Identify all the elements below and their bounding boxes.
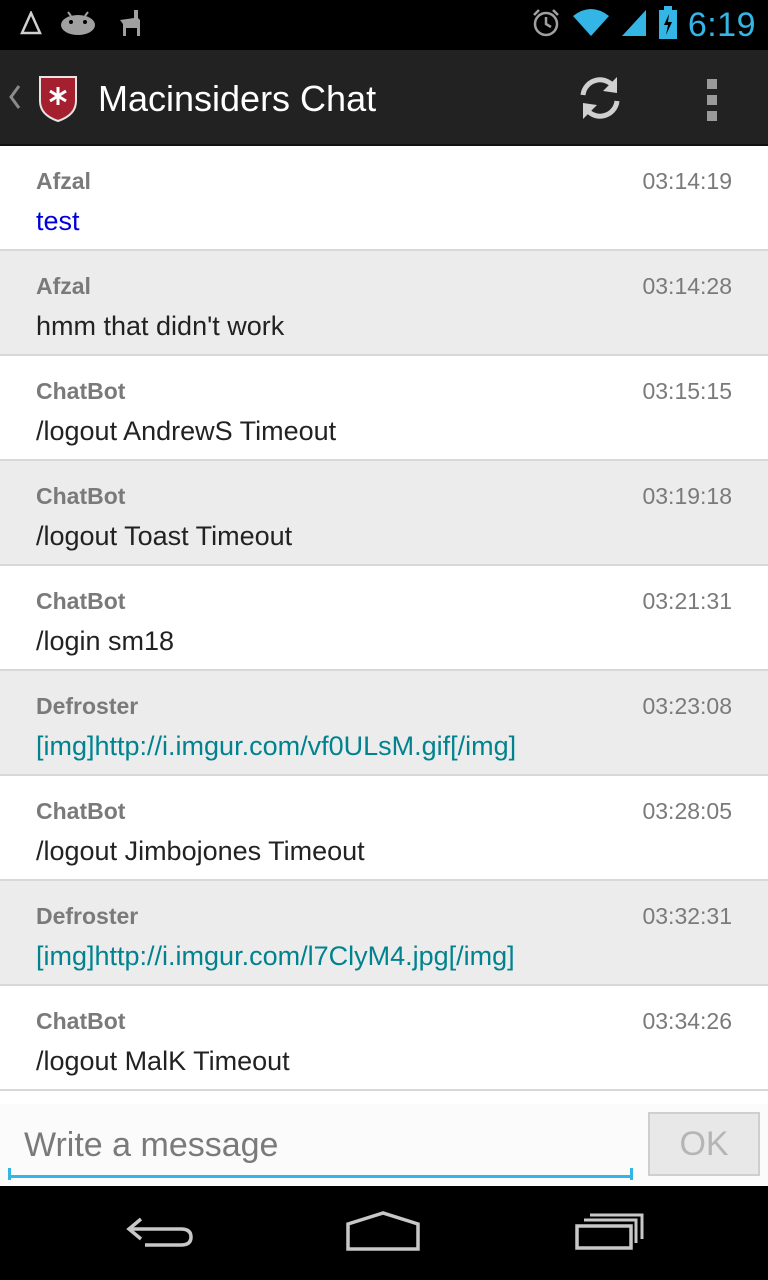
message-text: /logout AndrewS Timeout xyxy=(36,416,337,446)
refresh-icon xyxy=(575,73,625,128)
llama-icon xyxy=(114,8,144,43)
signal-icon xyxy=(620,8,648,43)
message-row[interactable]: Defroster 03:23:08 [img]http://i.imgur.com… xyxy=(0,671,768,776)
message-text: /logout MalK Timeout xyxy=(36,1046,290,1076)
status-bar: 6:19 xyxy=(0,0,768,50)
message-author: Afzal xyxy=(36,273,91,299)
action-bar: Macinsiders Chat xyxy=(0,50,768,146)
message-timestamp: 03:34:26 xyxy=(642,1008,732,1034)
system-icons: 6:19 xyxy=(530,5,756,45)
overflow-menu-icon[interactable] xyxy=(690,70,734,130)
message-link[interactable]: [img]http://i.imgur.com/l7ClyM4.jpg[/img… xyxy=(36,941,515,972)
android-icon xyxy=(60,10,96,41)
message-author: Afzal xyxy=(36,168,91,194)
compose-bar: OK xyxy=(0,1104,768,1186)
message-row[interactable]: Afzal 03:14:28 hmm that didn't work xyxy=(0,251,768,356)
message-text: /logout Jimbojones Timeout xyxy=(36,836,365,866)
wifi-icon xyxy=(572,8,610,43)
recent-apps-button[interactable] xyxy=(565,1206,655,1260)
clock: 6:19 xyxy=(687,5,756,44)
home-button[interactable] xyxy=(338,1206,428,1260)
message-row[interactable]: Afzal 03:14:19 test xyxy=(0,146,768,251)
message-row[interactable]: ChatBot 03:15:15/logout AndrewS Timeout xyxy=(0,356,768,461)
message-text: /login sm18 xyxy=(36,626,175,656)
message-author: Defroster xyxy=(36,693,139,719)
message-author: Defroster xyxy=(36,903,139,929)
back-icon xyxy=(125,1211,195,1256)
message-author: ChatBot xyxy=(36,378,126,404)
delta-icon xyxy=(20,9,42,40)
up-chevron-icon[interactable] xyxy=(6,82,24,117)
message-timestamp: 03:21:31 xyxy=(642,588,732,614)
navigation-bar xyxy=(0,1186,768,1280)
message-timestamp: 03:32:31 xyxy=(642,903,732,929)
message-timestamp: 03:23:08 xyxy=(642,693,732,719)
message-timestamp: 03:28:05 xyxy=(642,798,732,824)
message-author: ChatBot xyxy=(36,588,126,614)
message-text: test xyxy=(36,206,80,236)
message-author: ChatBot xyxy=(36,1008,126,1034)
message-text: hmm that didn't work xyxy=(36,311,285,341)
message-list[interactable]: Afzal 03:14:19 test Afzal 03:14:28 hmm that d… xyxy=(0,146,768,1104)
message-text: /logout Toast Timeout xyxy=(36,521,293,551)
message-link[interactable]: [img]http://i.imgur.com/vf0ULsM.gif[/img… xyxy=(36,731,516,762)
battery-charging-icon xyxy=(658,5,678,45)
message-author: ChatBot xyxy=(36,483,126,509)
recent-apps-icon xyxy=(574,1211,646,1256)
message-row[interactable]: ChatBot 03:21:31/login sm18 xyxy=(0,566,768,671)
alarm-icon xyxy=(530,7,562,44)
message-row[interactable]: ChatBot 03:34:26/logout MalK Timeout xyxy=(0,986,768,1091)
app-title: Macinsiders Chat xyxy=(98,78,377,119)
message-timestamp: 03:14:28 xyxy=(642,273,732,299)
refresh-button[interactable] xyxy=(570,70,630,130)
send-button[interactable]: OK xyxy=(648,1112,760,1176)
message-row[interactable]: ChatBot 03:28:05/logout Jimbojones Timeou… xyxy=(0,776,768,881)
home-icon xyxy=(345,1210,421,1257)
message-row[interactable]: Defroster 03:32:31 [img]http://i.imgur.com… xyxy=(0,881,768,986)
message-author: ChatBot xyxy=(36,798,126,824)
message-input[interactable] xyxy=(8,1116,633,1178)
message-timestamp: 03:14:19 xyxy=(642,168,732,194)
app-logo-icon[interactable] xyxy=(38,75,78,128)
message-timestamp: 03:15:15 xyxy=(642,378,732,404)
message-row[interactable]: ChatBot 03:19:18/logout Toast Timeout xyxy=(0,461,768,566)
message-timestamp: 03:19:18 xyxy=(642,483,732,509)
notification-icons xyxy=(20,8,144,42)
back-button[interactable] xyxy=(115,1206,205,1260)
